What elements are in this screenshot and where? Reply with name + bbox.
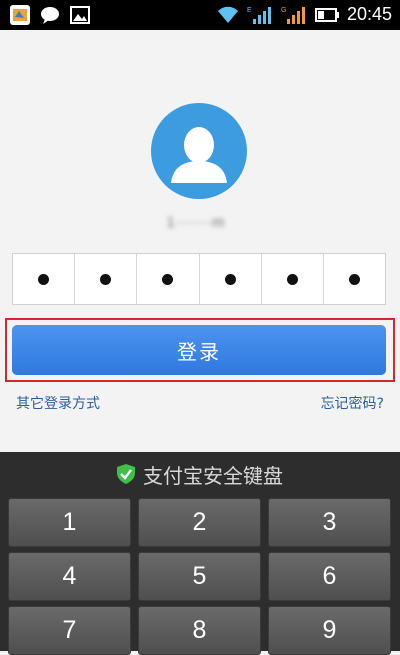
- wifi-icon: [217, 6, 238, 23]
- keyboard-header: 支付宝安全键盘: [0, 452, 400, 496]
- password-dot: [348, 273, 360, 285]
- signal-e-icon: E: [247, 6, 271, 24]
- signal-g-label: G: [281, 7, 286, 14]
- password-dot: [286, 273, 298, 285]
- password-dot: [100, 273, 112, 285]
- secure-keyboard: 支付宝安全键盘 1 2 3 4 5 6 7 8 9: [0, 452, 400, 655]
- app-notification-icon: [10, 5, 30, 25]
- key-3[interactable]: 3: [268, 498, 391, 547]
- clock-time: 20:45: [346, 4, 392, 24]
- password-dot: [38, 273, 50, 285]
- notification-icons: [10, 5, 90, 25]
- key-2[interactable]: 2: [138, 498, 261, 547]
- image-icon: [70, 6, 90, 24]
- user-avatar[interactable]: [151, 103, 247, 199]
- keyboard-title: 支付宝安全键盘: [143, 463, 283, 488]
- username-display: 1∙∙∙∙∙∙∙m: [166, 214, 226, 231]
- key-9[interactable]: 9: [268, 606, 391, 655]
- key-6[interactable]: 6: [268, 552, 391, 601]
- key-7[interactable]: 7: [8, 606, 131, 655]
- password-cell[interactable]: [13, 254, 76, 304]
- forgot-password-link[interactable]: 忘记密码?: [321, 393, 384, 413]
- password-cell[interactable]: [200, 254, 262, 304]
- key-1[interactable]: 1: [8, 498, 131, 547]
- password-dot: [224, 273, 236, 285]
- signal-g-icon: G: [281, 6, 305, 24]
- status-bar: E G 20:45: [0, 0, 400, 30]
- password-dot: [162, 273, 174, 285]
- system-icons: E G 20:45: [217, 4, 392, 25]
- password-cell[interactable]: [137, 254, 200, 304]
- chat-bubble-icon: [41, 7, 59, 24]
- password-input[interactable]: [12, 253, 386, 305]
- key-4[interactable]: 4: [8, 552, 131, 601]
- other-login-link[interactable]: 其它登录方式: [16, 393, 100, 413]
- password-cell[interactable]: [262, 254, 324, 304]
- key-5[interactable]: 5: [138, 552, 261, 601]
- password-cell[interactable]: [324, 254, 385, 304]
- battery-icon: [314, 7, 339, 22]
- shield-check-icon: [117, 464, 135, 484]
- login-button[interactable]: 登录: [12, 325, 386, 375]
- key-8[interactable]: 8: [138, 606, 261, 655]
- password-cell[interactable]: [75, 254, 138, 304]
- user-silhouette-icon: [171, 127, 227, 183]
- signal-e-label: E: [247, 7, 252, 14]
